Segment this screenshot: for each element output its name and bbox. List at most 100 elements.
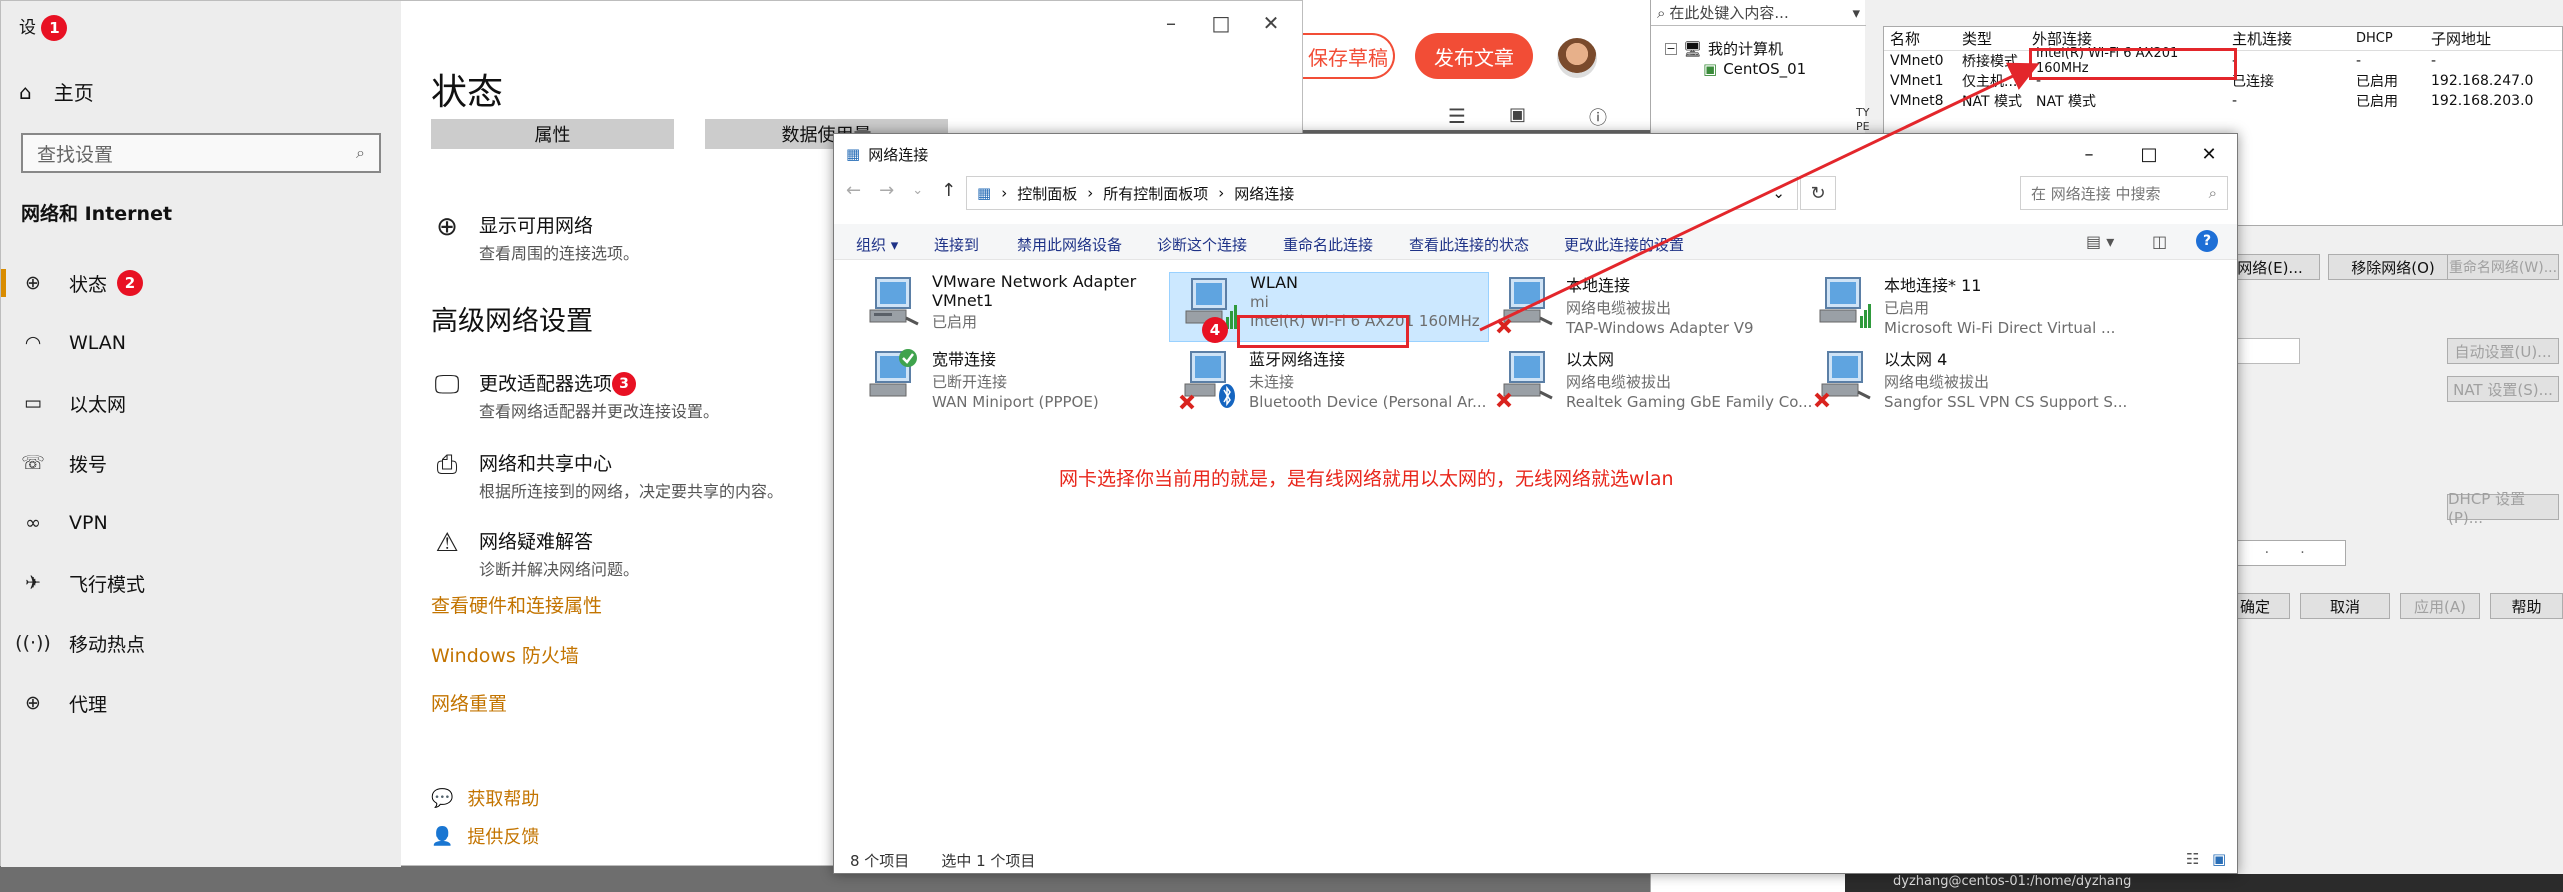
forward-icon[interactable]: →	[879, 180, 894, 201]
vm-icon: ▣	[1703, 60, 1718, 78]
breadcrumb-item[interactable]: 网络连接	[1234, 183, 1294, 204]
auto-settings-button[interactable]: 自动设置(U)...	[2447, 338, 2559, 364]
rename-button[interactable]: 重命名此连接	[1283, 234, 1373, 255]
chart-icon[interactable]: ▣	[1509, 104, 1526, 125]
chevron-down-icon[interactable]: ▾	[1852, 4, 1860, 22]
firewall-link[interactable]: Windows 防火墙	[431, 641, 579, 668]
cell: VMnet8	[1890, 93, 1944, 109]
change-adapter-options[interactable]: 🖵 更改适配器选项 3 查看网络适配器并更改连接设置。	[431, 369, 719, 422]
sidebar-item-dialup[interactable]: ☏ 拨号	[1, 433, 401, 493]
organize-menu[interactable]: 组织 ▾	[856, 234, 898, 255]
network-sharing-center[interactable]: ⎙ 网络和共享中心 根据所连接到的网络，决定要共享的内容。	[431, 449, 783, 502]
disable-device-button[interactable]: 禁用此网络设备	[1017, 234, 1122, 255]
publish-button[interactable]: 发布文章	[1415, 33, 1533, 79]
network-adapter-icon	[1496, 346, 1556, 410]
tiles-view-icon[interactable]: ▣	[2212, 850, 2226, 868]
adapter-tile[interactable]: 以太网 网络电缆被拔出 Realtek Gaming GbE Family Co…	[1486, 346, 1812, 416]
adapter-tile[interactable]: 以太网 4 网络电缆被拔出 Sangfor SSL VPN CS Support…	[1804, 346, 2128, 416]
library-search-input[interactable]: ⌕ 在此处键入内容... ▾	[1651, 0, 1866, 26]
minimize-button[interactable]: –	[2069, 140, 2109, 168]
taskbar-tab[interactable]: dyzhang@centos-01:/home/dyzhang	[1845, 874, 2563, 892]
network-adapter-icon	[862, 272, 922, 336]
preview-pane-icon[interactable]: ◫	[2152, 232, 2167, 251]
adapter-tile[interactable]: 蓝牙网络连接 未连接 Bluetooth Device (Personal Ar…	[1169, 346, 1489, 416]
properties-button[interactable]: 属性	[431, 119, 674, 149]
nat-settings-button[interactable]: NAT 设置(S)...	[2447, 376, 2559, 402]
maximize-button[interactable]: □	[1206, 11, 1236, 35]
close-button[interactable]: ✕	[2189, 140, 2229, 168]
address-bar[interactable]: ▦ › 控制面板 › 所有控制面板项 › 网络连接 ⌄	[966, 176, 1798, 210]
adapter-name: 宽带连接	[932, 350, 997, 369]
nav-home[interactable]: ⌂ 主页	[19, 77, 94, 106]
collapse-icon[interactable]: −	[1665, 42, 1677, 55]
adapter-tile[interactable]: VMware Network Adapter VMnet1 已启用	[852, 272, 1172, 342]
view-options-icon[interactable]: ▤ ▾	[2086, 232, 2114, 251]
tree-item-centos[interactable]: ▣ CentOS_01	[1703, 60, 1806, 78]
table-row[interactable]: VMnet8 NAT 模式 NAT 模式 - 已启用 192.168.203.0	[1884, 91, 2562, 111]
network-search-input[interactable]: 在 网络连接 中搜索 ⌕	[2020, 176, 2228, 210]
change-settings-button[interactable]: 更改此连接的设置	[1564, 234, 1684, 255]
wifi-adapter-icon	[1814, 272, 1874, 336]
avatar[interactable]	[1557, 38, 1597, 78]
minimize-button[interactable]: –	[1156, 11, 1186, 35]
command-bar: 组织 ▾ 连接到 禁用此网络设备 诊断这个连接 重命名此连接 查看此连接的状态 …	[834, 224, 2237, 260]
view-status-button[interactable]: 查看此连接的状态	[1409, 234, 1529, 255]
apply-button[interactable]: 应用(A)	[2400, 593, 2480, 619]
sidebar-item-proxy[interactable]: ⊕ 代理	[1, 673, 401, 733]
maximize-button[interactable]: □	[2129, 140, 2169, 168]
save-draft-button[interactable]: 保存草稿	[1303, 33, 1395, 79]
sidebar-item-vpn[interactable]: ∞ VPN	[1, 493, 401, 553]
adapter-status: 已启用	[1884, 299, 1930, 317]
remove-network-button[interactable]: 移除网络(O)	[2328, 254, 2458, 280]
sidebar-item-hotspot[interactable]: ((·)) 移动热点	[1, 613, 401, 673]
cell: -	[2431, 53, 2437, 69]
diagnose-button[interactable]: 诊断这个连接	[1157, 234, 1247, 255]
window-title-text: 设	[19, 18, 36, 38]
list-icon[interactable]: ☰	[1448, 104, 1466, 128]
hardware-properties-link[interactable]: 查看硬件和连接属性	[431, 591, 602, 618]
connect-to-button[interactable]: 连接到	[934, 234, 979, 255]
recent-chevron-icon[interactable]: ⌄	[912, 183, 923, 201]
help-icon[interactable]: ?	[2196, 230, 2218, 252]
chevron-down-icon[interactable]: ⌄	[1772, 184, 1785, 202]
rename-network-button[interactable]: 重命名网络(W)...	[2447, 254, 2559, 280]
back-icon[interactable]: ←	[846, 180, 861, 201]
close-button[interactable]: ✕	[1256, 11, 1286, 35]
subnet-ip-field[interactable]: . . .	[2220, 540, 2346, 566]
settings-search-input[interactable]: 查找设置 ⌕	[21, 133, 381, 173]
breadcrumb-item[interactable]: 控制面板	[1017, 183, 1077, 204]
network-connections-window: ▦ 网络连接 – □ ✕ ← → ⌄ ↑ ▦ › 控制面板 › 所有控制面板项 …	[833, 133, 2238, 874]
sidebar-item-wlan[interactable]: ◠ WLAN	[1, 313, 401, 373]
sidebar-item-ethernet[interactable]: ▭ 以太网	[1, 373, 401, 433]
refresh-button[interactable]: ↻	[1800, 176, 1836, 210]
dhcp-settings-button[interactable]: DHCP 设置(P)...	[2447, 490, 2559, 527]
row-subtitle: 诊断并解决网络问题。	[479, 560, 640, 579]
adapter-tile[interactable]: 本地连接 网络电缆被拔出 TAP-Windows Adapter V9	[1486, 272, 1806, 342]
network-troubleshooter[interactable]: ⚠ 网络疑难解答 诊断并解决网络问题。	[431, 527, 639, 580]
get-help-link[interactable]: 💬 获取帮助	[431, 785, 539, 811]
up-icon[interactable]: ↑	[941, 180, 956, 201]
feedback-link[interactable]: 👤 提供反馈	[431, 823, 539, 849]
sidebar-item-airplane[interactable]: ✈ 飞行模式	[1, 553, 401, 613]
tree-item-label: CentOS_01	[1723, 60, 1807, 78]
help-icon[interactable]: ⓘ	[1589, 104, 1607, 130]
cancel-button[interactable]: 取消	[2300, 593, 2390, 619]
cell: -	[2356, 53, 2362, 69]
adapter-tile[interactable]: 本地连接* 11 已启用 Microsoft Wi-Fi Direct Virt…	[1804, 272, 2124, 342]
adapter-name: 本地连接	[1566, 276, 1631, 295]
details-view-icon[interactable]: ☷	[2186, 850, 2199, 868]
globe-icon: ⊕	[25, 272, 41, 294]
sidebar-item-status[interactable]: ⊕ 状态 2	[1, 253, 401, 313]
tree-root-my-computer[interactable]: − 🖥 我的计算机	[1665, 38, 1783, 59]
show-available-networks[interactable]: ⊕ 显示可用网络 查看周围的连接选项。	[431, 211, 639, 264]
search-placeholder: 查找设置	[37, 143, 114, 166]
adapter-name: WLAN	[1250, 273, 1299, 292]
help-button[interactable]: 帮助	[2490, 593, 2563, 619]
network-reset-link[interactable]: 网络重置	[431, 689, 507, 716]
adapter-tile[interactable]: 宽带连接 已断开连接 WAN Miniport (PPPOE)	[852, 346, 1172, 416]
cell: 桥接模式	[1962, 54, 2018, 70]
breadcrumb-item[interactable]: 所有控制面板项	[1103, 183, 1208, 204]
adapter-device: Sangfor SSL VPN CS Support S...	[1884, 393, 2128, 411]
col-host: 主机连接	[2232, 30, 2293, 48]
sidebar-item-label: 移动热点	[69, 633, 146, 656]
